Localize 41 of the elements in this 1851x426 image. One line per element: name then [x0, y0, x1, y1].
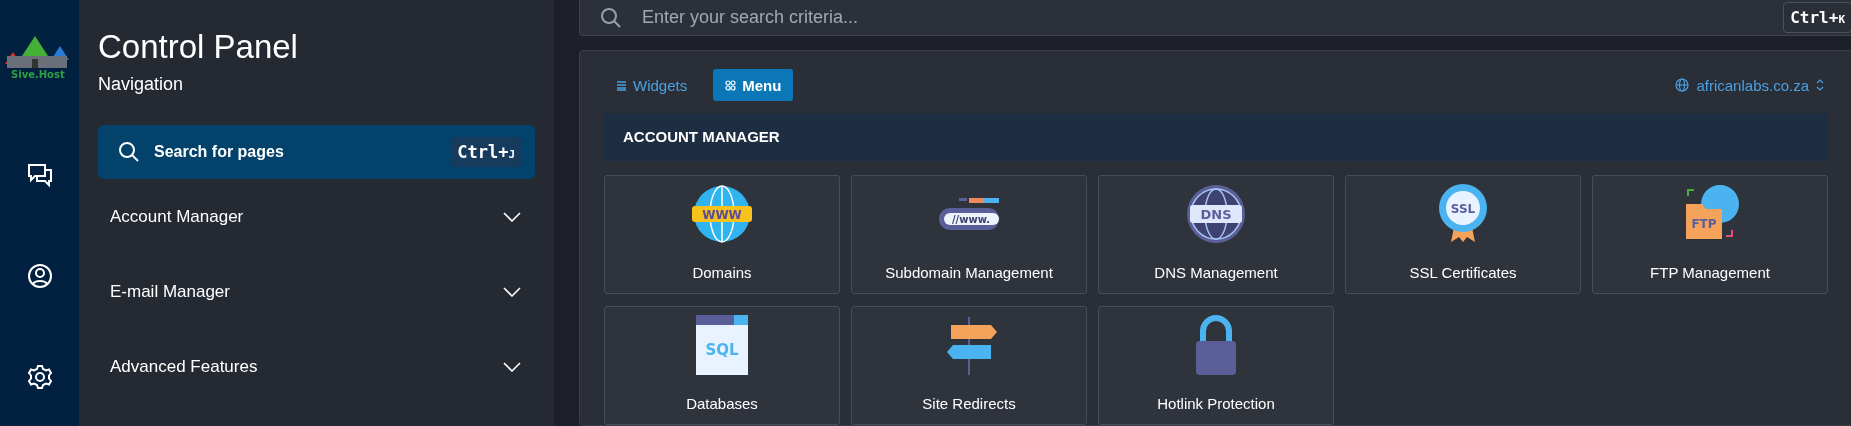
logo: Sive.Host	[4, 30, 75, 82]
settings-icon[interactable]	[26, 364, 53, 390]
panel-title: Control Panel	[98, 28, 299, 66]
menu-tile[interactable]: FTP FTP Management	[1592, 175, 1828, 294]
search-placeholder: Search for pages	[154, 143, 285, 161]
shortcut-key: Ctrl+K	[1783, 2, 1851, 33]
nav-item[interactable]: E-mail Manager	[98, 254, 535, 329]
padlock-icon	[1196, 315, 1236, 375]
search-icon	[118, 141, 140, 163]
sort-icon	[1816, 79, 1824, 91]
grid-icon	[725, 79, 737, 91]
dns-globe-icon: DNS	[1187, 185, 1245, 243]
globe-icon: WWW	[692, 185, 752, 243]
chevron-icon	[503, 211, 521, 222]
menu-tile[interactable]: //www. Subdomain Management	[851, 175, 1087, 294]
user-icon[interactable]	[26, 263, 53, 289]
database-window-icon: SQL	[696, 315, 748, 375]
view-tab[interactable]: Menu	[713, 69, 794, 101]
menu-tile[interactable]: SQL Databases	[604, 306, 840, 425]
search-field[interactable]: Enter your search criteria... Ctrl+K	[579, 0, 1851, 36]
menu-tile[interactable]: DNS DNS Management	[1098, 175, 1334, 294]
domain-selector[interactable]: africanlabs.co.za	[1671, 76, 1828, 94]
globe-icon	[1675, 78, 1690, 92]
shortcut-key: Ctrl+J	[451, 137, 521, 167]
chevron-icon	[503, 286, 521, 297]
panel-subtitle: Navigation	[98, 74, 185, 95]
menu-tile[interactable]: Site Redirects	[851, 306, 1087, 425]
section-header: ACCOUNT MANAGER	[604, 113, 1828, 161]
chevron-icon	[503, 361, 521, 372]
menu-tile[interactable]: WWW Domains	[604, 175, 840, 294]
list-icon	[616, 79, 627, 91]
search-icon	[600, 6, 622, 29]
search-placeholder: Enter your search criteria...	[642, 7, 860, 28]
signpost-icon	[947, 317, 997, 375]
page-search-field[interactable]: Search for pages Ctrl+J	[98, 125, 535, 179]
view-tab[interactable]: Widgets	[604, 69, 700, 101]
nav-item[interactable]: Advanced Features	[98, 329, 535, 404]
nav-item[interactable]: Account Manager	[98, 179, 535, 254]
menu-tile[interactable]: Hotlink Protection	[1098, 306, 1334, 425]
menu-tile[interactable]: SSL SSL Certificates	[1345, 175, 1581, 294]
chat-icon[interactable]	[25, 162, 54, 188]
